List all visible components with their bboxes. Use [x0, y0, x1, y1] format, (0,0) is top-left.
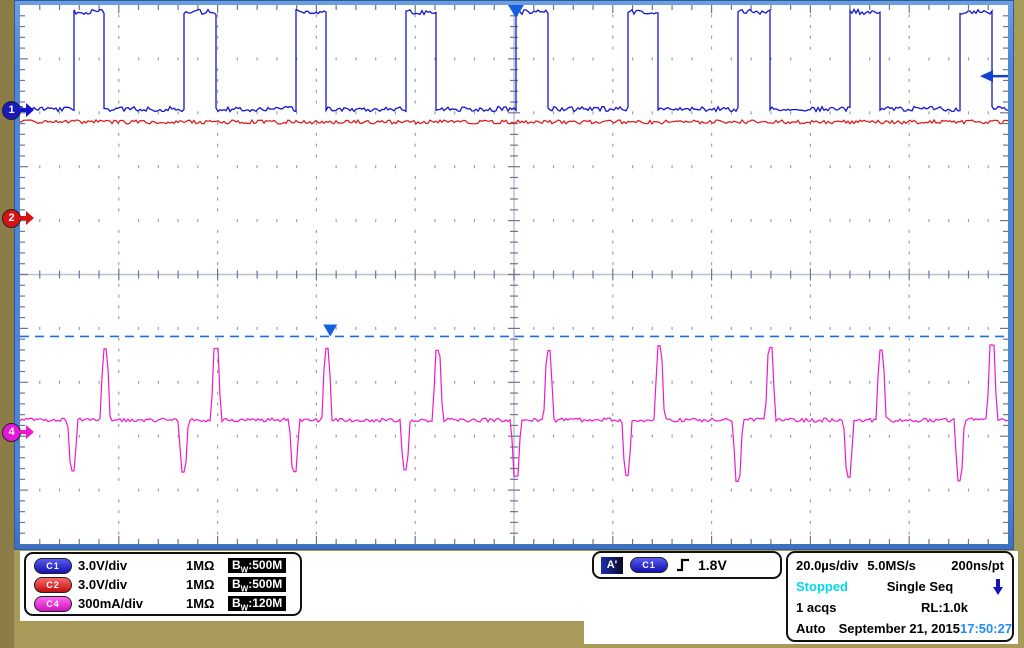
channel-2-arrow-icon [20, 211, 34, 225]
channel-readout-box[interactable]: C1 3.0V/div 1MΩ BW:500M C2 3.0V/div 1MΩ … [24, 552, 302, 616]
channel-2-readout-row[interactable]: C2 3.0V/div 1MΩ BW:500M [26, 575, 300, 594]
waveform-area[interactable] [20, 5, 1008, 544]
record-length: RL:1.0k [921, 600, 968, 615]
acquisition-count: 1 acqs [796, 600, 836, 615]
channel-1-arrow-icon [20, 103, 34, 117]
channel-2-number: 2 [8, 212, 14, 224]
acquisition-mode[interactable]: Single Seq [848, 579, 992, 594]
b-event-marker[interactable] [323, 324, 337, 336]
channel-4-readout-row[interactable]: C4 300mA/div 1MΩ BW:120M [26, 594, 300, 613]
channel-1-number: 1 [8, 104, 14, 116]
channel-4-bandwidth: BW:120M [228, 596, 286, 611]
trigger-arrow-icon [992, 578, 1004, 596]
trigger-level-value[interactable]: 1.8V [698, 557, 727, 573]
channel-2-position-marker[interactable]: 2 [2, 209, 21, 228]
channel-1-bandwidth: BW:500M [228, 558, 286, 573]
channel-2-impedance: 1MΩ [186, 577, 228, 592]
channel-2-badge[interactable]: C2 [34, 577, 72, 593]
sample-resolution: 200ns/pt [951, 558, 1004, 573]
channel-1-scale: 3.0V/div [78, 558, 186, 573]
channel-2-bandwidth: BW:500M [228, 577, 286, 592]
trigger-level-arrow-head[interactable] [980, 70, 993, 82]
timebase-row-acqs: 1 acqs RL:1.0k [796, 597, 1004, 618]
channel-1-readout-row[interactable]: C1 3.0V/div 1MΩ BW:500M [26, 556, 300, 575]
channel-4-scale: 300mA/div [78, 596, 186, 611]
graticule-svg [20, 5, 1008, 544]
acquisition-status: Stopped [796, 579, 848, 594]
timebase-readout-box[interactable]: 20.0µs/div 5.0MS/s 200ns/pt Stopped Sing… [786, 551, 1014, 642]
rising-slope-icon [675, 556, 691, 574]
channel-2-scale: 3.0V/div [78, 577, 186, 592]
sample-rate: 5.0MS/s [867, 558, 915, 573]
trigger-readout-box[interactable]: A' C1 1.8V [592, 551, 782, 579]
timebase-row-scale: 20.0µs/div 5.0MS/s 200ns/pt [796, 555, 1004, 576]
channel-1-badge[interactable]: C1 [34, 558, 72, 574]
channel-4-position-marker[interactable]: 4 [2, 423, 21, 442]
timebase-row-status: Stopped Single Seq [796, 576, 1004, 597]
scope-display-frame [14, 0, 1014, 550]
timebase-row-datetime: Auto September 21, 2015 17:50:27 [796, 618, 1004, 639]
channel-1-position-marker[interactable]: 1 [2, 101, 21, 120]
channel-4-arrow-icon [20, 425, 34, 439]
channel-4-badge[interactable]: C4 [34, 596, 72, 612]
trigger-source-badge[interactable]: C1 [630, 557, 668, 573]
channel-4-impedance: 1MΩ [186, 596, 228, 611]
date-value: September 21, 2015 [839, 621, 960, 636]
channel-4-number: 4 [8, 426, 14, 438]
sweep-mode[interactable]: Auto [796, 621, 826, 636]
desktop-edge-strip [0, 0, 14, 648]
trigger-a-badge: A' [601, 557, 623, 574]
channel-1-impedance: 1MΩ [186, 558, 228, 573]
time-value: 17:50:27 [960, 621, 1012, 636]
timebase-scale[interactable]: 20.0µs/div [796, 558, 858, 573]
